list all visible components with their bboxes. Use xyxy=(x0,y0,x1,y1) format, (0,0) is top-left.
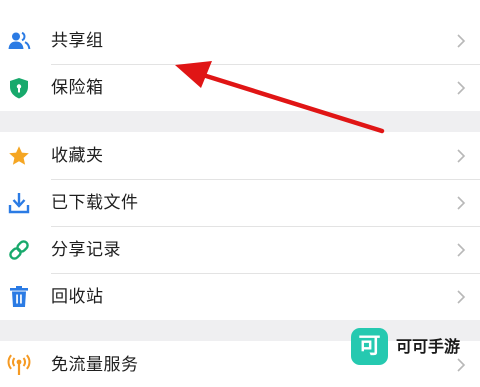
menu-item-label: 已下载文件 xyxy=(51,193,139,213)
star-icon xyxy=(7,144,31,168)
trash-icon xyxy=(7,285,31,309)
section-gap xyxy=(0,111,480,132)
menu-item-label: 共享组 xyxy=(51,31,104,51)
menu-item-safe-box[interactable]: 保险箱 xyxy=(0,65,480,111)
signal-icon xyxy=(7,353,31,377)
download-icon xyxy=(7,191,31,215)
menu-item-share-records[interactable]: 分享记录 xyxy=(0,227,480,273)
watermark-logo: 可 xyxy=(351,328,388,365)
menu-item-label: 收藏夹 xyxy=(51,146,104,166)
shield-icon xyxy=(7,76,31,100)
chevron-right-icon xyxy=(455,194,467,212)
link-icon xyxy=(7,238,31,262)
menu-item-share-group[interactable]: 共享组 xyxy=(0,18,480,64)
chevron-right-icon xyxy=(455,241,467,259)
menu-item-favorites[interactable]: 收藏夹 xyxy=(0,133,480,179)
menu-item-recycle-bin[interactable]: 回收站 xyxy=(0,274,480,320)
menu-page: 共享组 保险箱 收藏夹 已下载文件 分享记录 回收站 免流量服务 可 可可手游 xyxy=(0,0,480,387)
menu-item-downloads[interactable]: 已下载文件 xyxy=(0,180,480,226)
watermark-logo-char: 可 xyxy=(358,334,381,359)
menu-item-label: 分享记录 xyxy=(51,240,121,260)
people-icon xyxy=(7,29,31,53)
menu-item-label: 免流量服务 xyxy=(51,355,139,375)
watermark-text: 可可手游 xyxy=(396,337,461,356)
watermark: 可 可可手游 xyxy=(351,328,475,368)
chevron-right-icon xyxy=(455,288,467,306)
menu-item-label: 回收站 xyxy=(51,287,104,307)
chevron-right-icon xyxy=(455,79,467,97)
chevron-right-icon xyxy=(455,147,467,165)
chevron-right-icon xyxy=(455,32,467,50)
menu-item-label: 保险箱 xyxy=(51,78,104,98)
